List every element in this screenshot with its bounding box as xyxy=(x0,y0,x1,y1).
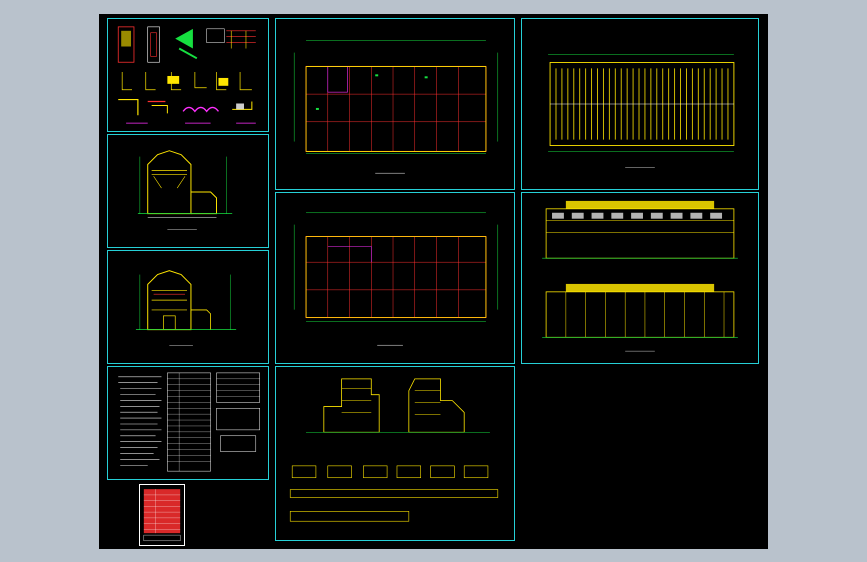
sheet-plan-1[interactable] xyxy=(275,18,515,190)
sheet-legend[interactable] xyxy=(139,484,185,546)
plan-1-drawing xyxy=(293,40,499,174)
legend-drawing xyxy=(143,489,181,542)
sheet-details[interactable] xyxy=(107,18,269,132)
sheet-section-2[interactable] xyxy=(107,250,269,364)
sheet-plan-2[interactable] xyxy=(275,192,515,364)
end-elevations-drawing xyxy=(289,378,499,522)
drawing-canvas[interactable] xyxy=(99,14,768,549)
elevations-drawing xyxy=(542,200,738,352)
roof-plan-drawing xyxy=(548,54,735,168)
details-drawing xyxy=(117,26,256,124)
sheet-elevations[interactable] xyxy=(521,192,759,364)
sheet-roof-plan[interactable] xyxy=(521,18,759,190)
plan-2-drawing xyxy=(293,212,499,346)
section-1-drawing xyxy=(137,150,233,230)
section-2-drawing xyxy=(135,270,237,346)
sheet-notes[interactable] xyxy=(107,366,269,480)
sheet-end-elevations[interactable] xyxy=(275,366,515,541)
sheet-section-1[interactable] xyxy=(107,134,269,248)
notes-drawing xyxy=(118,372,260,472)
